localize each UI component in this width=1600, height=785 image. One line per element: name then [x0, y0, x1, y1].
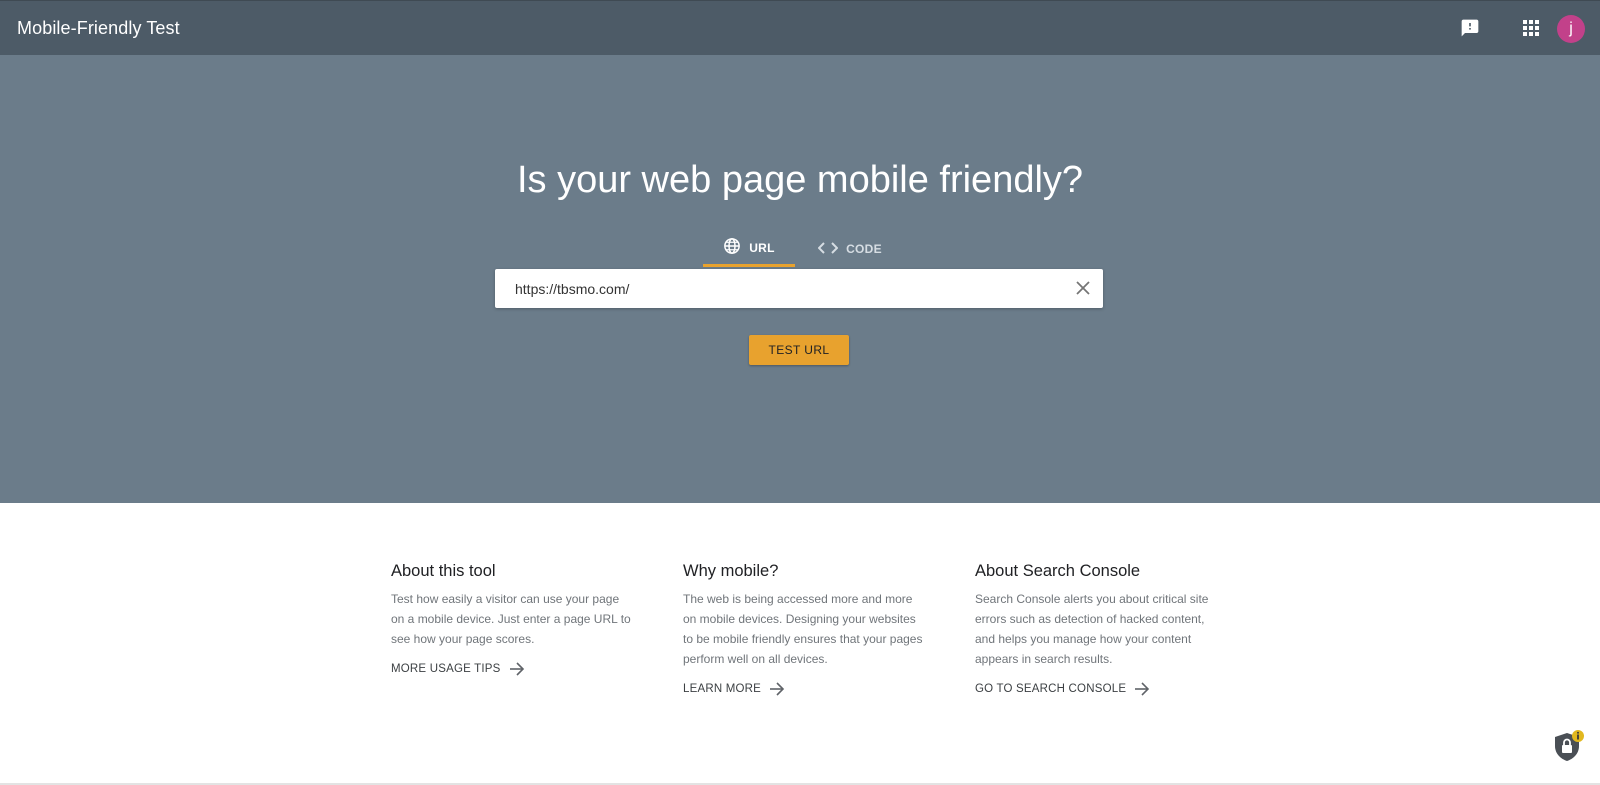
info-about-tool: About this tool Test how easily a visito… [391, 562, 631, 677]
info-link-label: MORE USAGE TIPS [391, 663, 501, 675]
info-heading: Why mobile? [683, 562, 779, 580]
info-why-mobile: Why mobile? The web is being accessed mo… [683, 562, 923, 697]
privacy-shield-icon[interactable] [1553, 729, 1585, 763]
tab-url-label: URL [749, 240, 775, 255]
feedback-icon[interactable] [1457, 15, 1483, 41]
go-to-search-console-link[interactable]: GO TO SEARCH CONSOLE [975, 682, 1150, 696]
info-heading: About this tool [391, 562, 496, 580]
info-link-label: GO TO SEARCH CONSOLE [975, 683, 1127, 695]
learn-more-link[interactable]: LEARN MORE [683, 682, 785, 696]
code-icon [817, 241, 839, 258]
info-body: The web is being accessed more and more … [683, 592, 923, 666]
hero-section: Is your web page mobile friendly? URL CO… [0, 55, 1600, 503]
tab-url[interactable]: URL [703, 231, 795, 267]
info-link-label: LEARN MORE [683, 683, 762, 695]
url-input-container [495, 269, 1103, 308]
app-title: Mobile-Friendly Test [17, 18, 180, 38]
test-url-button[interactable]: TEST URL [749, 335, 849, 365]
tab-code-label: CODE [846, 242, 882, 256]
apps-grid-icon[interactable] [1518, 15, 1544, 41]
account-avatar[interactable]: j [1557, 15, 1585, 43]
globe-icon [723, 237, 741, 258]
url-input[interactable] [495, 269, 1055, 308]
info-body: Search Console alerts you about critical… [975, 592, 1209, 666]
arrow-right-icon [509, 662, 524, 676]
arrow-right-icon [770, 682, 785, 696]
hero-title: Is your web page mobile friendly? [516, 159, 1084, 201]
info-about-search-console: About Search Console Search Console aler… [975, 562, 1215, 697]
more-usage-tips-link[interactable]: MORE USAGE TIPS [391, 662, 525, 676]
arrow-right-icon [1135, 682, 1150, 696]
info-body: Test how easily a visitor can use your p… [391, 592, 631, 646]
top-app-bar: Mobile-Friendly Test j [0, 0, 1600, 55]
info-heading: About Search Console [975, 562, 1141, 580]
clear-icon[interactable] [1073, 278, 1093, 298]
tab-code[interactable]: CODE [805, 231, 895, 267]
